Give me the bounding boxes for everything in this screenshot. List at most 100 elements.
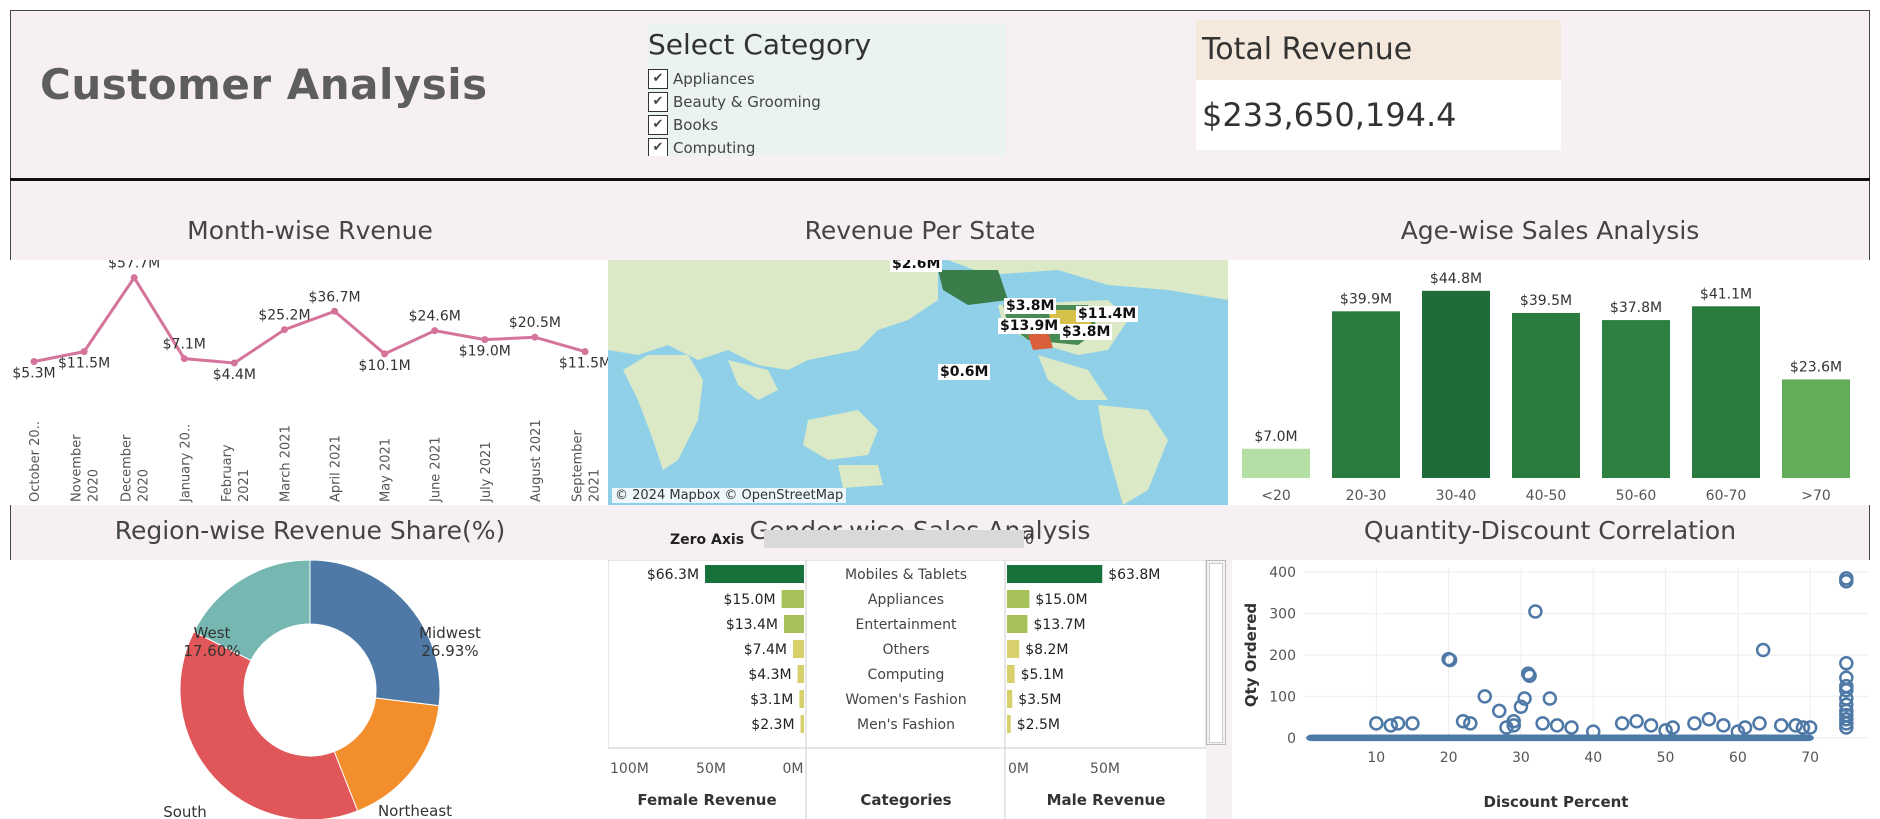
data-label: $39.5M bbox=[1520, 293, 1572, 309]
total-revenue-value: $233,650,194.4 bbox=[1202, 96, 1457, 134]
data-point bbox=[1629, 714, 1644, 729]
male-bar bbox=[1007, 665, 1015, 683]
state-revenue-map[interactable]: $2.6M $3.8M $11.4M $13.9M $3.8M $0.6M © … bbox=[608, 260, 1228, 505]
state-revenue-title: Revenue Per State bbox=[804, 216, 1036, 245]
data-point bbox=[581, 348, 589, 356]
female-bar bbox=[784, 615, 804, 633]
data-point bbox=[80, 348, 88, 356]
male-bar bbox=[1007, 640, 1020, 658]
category-option-label: Computing bbox=[673, 139, 756, 156]
column-header: Male Revenue bbox=[1047, 791, 1166, 809]
x-tick-label: 70 bbox=[1801, 750, 1819, 766]
x-tick-label: September bbox=[571, 429, 586, 502]
female-value-label: $3.1M bbox=[750, 692, 793, 708]
female-bar bbox=[705, 565, 804, 583]
female-value-label: $66.3M bbox=[647, 567, 699, 583]
data-point bbox=[1614, 716, 1630, 731]
male-value-label: $2.5M bbox=[1017, 717, 1060, 733]
x-tick-label: 30-40 bbox=[1436, 488, 1477, 504]
category-label: Mobiles & Tablets bbox=[845, 567, 967, 583]
x-tick-label: 2020 bbox=[87, 469, 102, 502]
age-bar bbox=[1242, 448, 1310, 478]
data-label: $7.0M bbox=[1254, 429, 1297, 445]
age-sales-title: Age-wise Sales Analysis bbox=[1400, 216, 1700, 245]
category-option-books[interactable]: ✔ Books bbox=[648, 114, 718, 136]
female-bar bbox=[799, 690, 804, 708]
slice-name-label: Midwest bbox=[419, 624, 481, 642]
x-axis-label: Discount Percent bbox=[1484, 793, 1629, 811]
gender-sales-chart: $66.3M Mobiles & Tablets $63.8M $15.0M Appli… bbox=[608, 560, 1206, 819]
map-label-alaska: $2.6M bbox=[890, 260, 943, 272]
scrollbar-thumb[interactable] bbox=[1209, 563, 1223, 743]
x-tick-label: 2020 bbox=[137, 469, 152, 502]
male-bar bbox=[1007, 715, 1011, 733]
x-tick-label: <20 bbox=[1261, 488, 1291, 504]
total-revenue-card: $233,650,194.4 bbox=[1196, 80, 1561, 150]
x-tick-label: April 2021 bbox=[329, 435, 344, 502]
x-tick-label: 40-50 bbox=[1526, 488, 1567, 504]
female-bar bbox=[792, 640, 804, 658]
data-point bbox=[1687, 716, 1702, 731]
age-sales-chart: $7.0M <20 $39.9M 20-30 $44.8M 30-40 $39.5M 40-5… bbox=[1242, 271, 1850, 504]
female-bar bbox=[800, 715, 804, 733]
data-label: $44.8M bbox=[1430, 271, 1482, 287]
data-point bbox=[1564, 720, 1579, 735]
data-label: $36.7M bbox=[308, 289, 360, 305]
x-tick-label: >70 bbox=[1801, 488, 1831, 504]
map-attribution[interactable]: © 2024 Mapbox © OpenStreetMap bbox=[612, 488, 847, 503]
gender-chart-scrollbar[interactable] bbox=[1206, 560, 1226, 745]
checkbox-checked-icon[interactable]: ✔ bbox=[648, 92, 668, 112]
world-map-graphic bbox=[608, 260, 1228, 505]
data-point bbox=[230, 359, 238, 367]
category-option-label: Appliances bbox=[673, 70, 755, 88]
x-tick-label: June 2021 bbox=[429, 436, 444, 503]
data-label: $37.8M bbox=[1610, 300, 1662, 316]
slice-percent-label: 26.93% bbox=[421, 642, 478, 660]
x-tick-label: February bbox=[220, 444, 235, 502]
category-option-computing[interactable]: ✔ Computing bbox=[648, 137, 755, 156]
checkbox-checked-icon[interactable]: ✔ bbox=[648, 69, 668, 89]
month-revenue-chart: $5.3M$11.5M$57.7M$7.1M$4.4M$25.2M$36.7M$… bbox=[12, 260, 608, 503]
zero-axis-value: 0 bbox=[1025, 532, 1034, 548]
female-value-label: $2.3M bbox=[751, 717, 794, 733]
female-axis-tick: 100M bbox=[610, 761, 649, 777]
male-axis-tick: 0M bbox=[1008, 761, 1029, 777]
data-point bbox=[431, 327, 439, 335]
data-label: $23.6M bbox=[1790, 359, 1842, 375]
male-bar bbox=[1007, 690, 1013, 708]
data-point bbox=[1752, 716, 1767, 731]
data-label: $25.2M bbox=[258, 308, 310, 324]
map-label-hawaii: $0.6M bbox=[938, 364, 991, 380]
category-option-label: Books bbox=[673, 116, 719, 134]
male-bar bbox=[1007, 590, 1030, 608]
checkbox-checked-icon[interactable]: ✔ bbox=[648, 138, 668, 156]
data-label: $20.5M bbox=[509, 315, 561, 331]
data-point bbox=[481, 336, 489, 344]
data-point bbox=[130, 274, 138, 282]
x-tick-label: August 2021 bbox=[529, 419, 544, 502]
data-point bbox=[1701, 711, 1717, 727]
data-point bbox=[1773, 718, 1789, 733]
category-filter-title: Select Category bbox=[648, 28, 872, 61]
y-tick-label: 200 bbox=[1269, 648, 1296, 664]
checkbox-checked-icon[interactable]: ✔ bbox=[648, 115, 668, 135]
female-value-label: $4.3M bbox=[748, 667, 791, 683]
x-tick-label: 60 bbox=[1729, 750, 1747, 766]
age-bar bbox=[1512, 312, 1580, 478]
map-label-state: $11.4M bbox=[1076, 306, 1139, 322]
qty-discount-chart: 10 20 30 40 50 60 70 0 100 200 300 400 Discount Perc… bbox=[1242, 565, 1868, 811]
data-point bbox=[30, 358, 38, 366]
female-bar bbox=[797, 665, 804, 683]
category-option-appliances[interactable]: ✔ Appliances bbox=[648, 68, 755, 90]
category-label: Entertainment bbox=[855, 617, 957, 633]
male-bar bbox=[1007, 615, 1028, 633]
category-label: Others bbox=[882, 642, 929, 658]
data-point bbox=[1643, 718, 1659, 733]
category-option-beauty-grooming[interactable]: ✔ Beauty & Grooming bbox=[648, 91, 821, 113]
map-label-state: $13.9M bbox=[998, 318, 1061, 334]
female-value-label: $13.4M bbox=[726, 617, 778, 633]
total-revenue-header: Total Revenue bbox=[1196, 20, 1561, 80]
zero-axis-slider[interactable] bbox=[764, 530, 1024, 548]
y-tick-label: 400 bbox=[1269, 565, 1296, 581]
data-point bbox=[1839, 656, 1854, 671]
